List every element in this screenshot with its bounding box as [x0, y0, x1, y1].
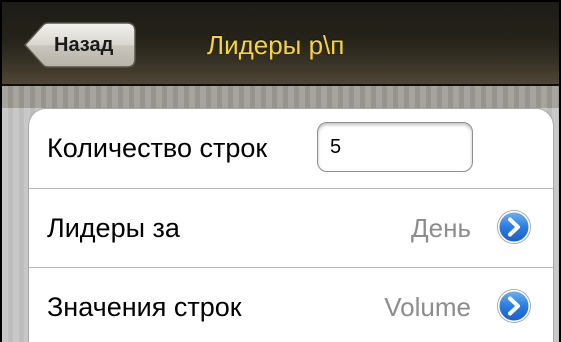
row-count-input[interactable]	[317, 122, 473, 172]
row-values-label: Значения строк	[47, 292, 242, 322]
app-window: Назад Лидеры р\п Количество строк Лидеры…	[0, 0, 561, 342]
leaders-period-value: День	[411, 213, 471, 243]
navigation-bar: Назад Лидеры р\п	[2, 2, 559, 86]
page-title: Лидеры р\п	[207, 30, 345, 60]
settings-row-row-count: Количество строк	[29, 109, 553, 187]
back-button-label: Назад	[54, 34, 114, 56]
content-area: Количество строк Лидеры за День	[2, 86, 559, 342]
leaders-period-label: Лидеры за	[47, 213, 180, 243]
settings-table: Количество строк Лидеры за День	[28, 108, 554, 342]
chevron-right-circle-icon[interactable]	[497, 289, 531, 323]
back-button[interactable]: Назад	[22, 22, 136, 68]
row-count-label: Количество строк	[47, 133, 268, 163]
chevron-right-circle-icon[interactable]	[497, 210, 531, 244]
row-values-value: Volume	[384, 292, 471, 322]
settings-row-row-values[interactable]: Значения строк Volume	[29, 267, 553, 342]
settings-row-leaders-period[interactable]: Лидеры за День	[29, 188, 553, 267]
